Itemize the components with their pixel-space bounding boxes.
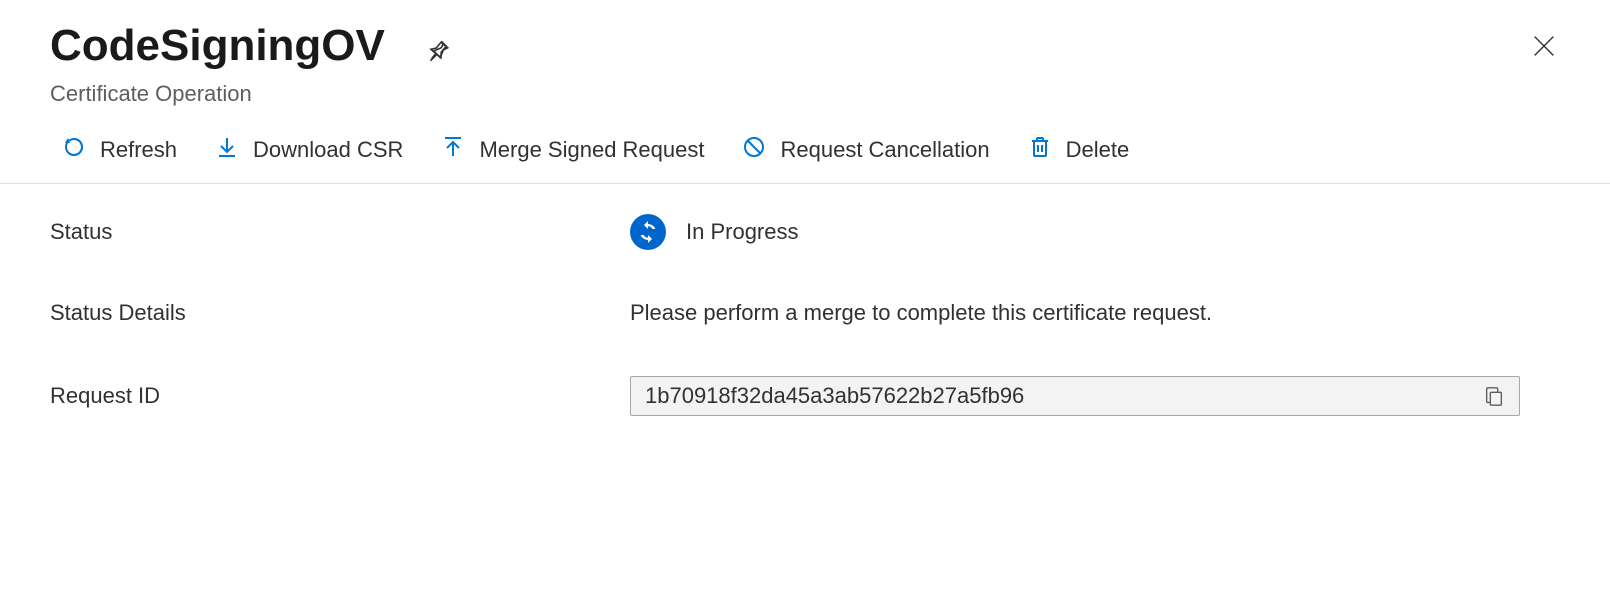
in-progress-icon — [630, 214, 666, 250]
trash-icon — [1028, 135, 1052, 165]
cancel-icon — [742, 135, 766, 165]
delete-button[interactable]: Delete — [1028, 135, 1130, 165]
title-row: CodeSigningOV — [50, 20, 451, 73]
merge-signed-label: Merge Signed Request — [479, 137, 704, 163]
status-row: Status In Progress — [50, 214, 1560, 250]
status-details-value: Please perform a merge to complete this … — [630, 300, 1560, 326]
close-button[interactable] — [1528, 30, 1560, 62]
request-id-label: Request ID — [50, 383, 630, 409]
status-value: In Progress — [686, 219, 799, 245]
merge-signed-button[interactable]: Merge Signed Request — [441, 135, 704, 165]
status-label: Status — [50, 219, 630, 245]
refresh-button[interactable]: Refresh — [62, 135, 177, 165]
title-block: CodeSigningOV Certificate Operation — [50, 20, 451, 107]
page-header: CodeSigningOV Certificate Operation — [0, 0, 1610, 107]
pin-icon[interactable] — [425, 38, 451, 64]
upload-icon — [441, 135, 465, 165]
delete-label: Delete — [1066, 137, 1130, 163]
status-details-label: Status Details — [50, 300, 630, 326]
copy-button[interactable] — [1483, 385, 1505, 407]
content-area: Status In Progress Status Details Please… — [0, 184, 1610, 496]
request-id-value: 1b70918f32da45a3ab57622b27a5fb96 — [645, 383, 1483, 409]
request-id-box: 1b70918f32da45a3ab57622b27a5fb96 — [630, 376, 1520, 416]
status-details-row: Status Details Please perform a merge to… — [50, 300, 1560, 326]
page-subtitle: Certificate Operation — [50, 81, 451, 107]
request-cancellation-label: Request Cancellation — [780, 137, 989, 163]
refresh-icon — [62, 135, 86, 165]
download-csr-button[interactable]: Download CSR — [215, 135, 403, 165]
download-csr-label: Download CSR — [253, 137, 403, 163]
request-id-row: Request ID 1b70918f32da45a3ab57622b27a5f… — [50, 376, 1560, 416]
status-value-wrap: In Progress — [630, 214, 1560, 250]
page-title: CodeSigningOV — [50, 20, 385, 73]
refresh-label: Refresh — [100, 137, 177, 163]
request-cancellation-button[interactable]: Request Cancellation — [742, 135, 989, 165]
toolbar: Refresh Download CSR Merge Signed Reques… — [0, 107, 1610, 184]
download-icon — [215, 135, 239, 165]
